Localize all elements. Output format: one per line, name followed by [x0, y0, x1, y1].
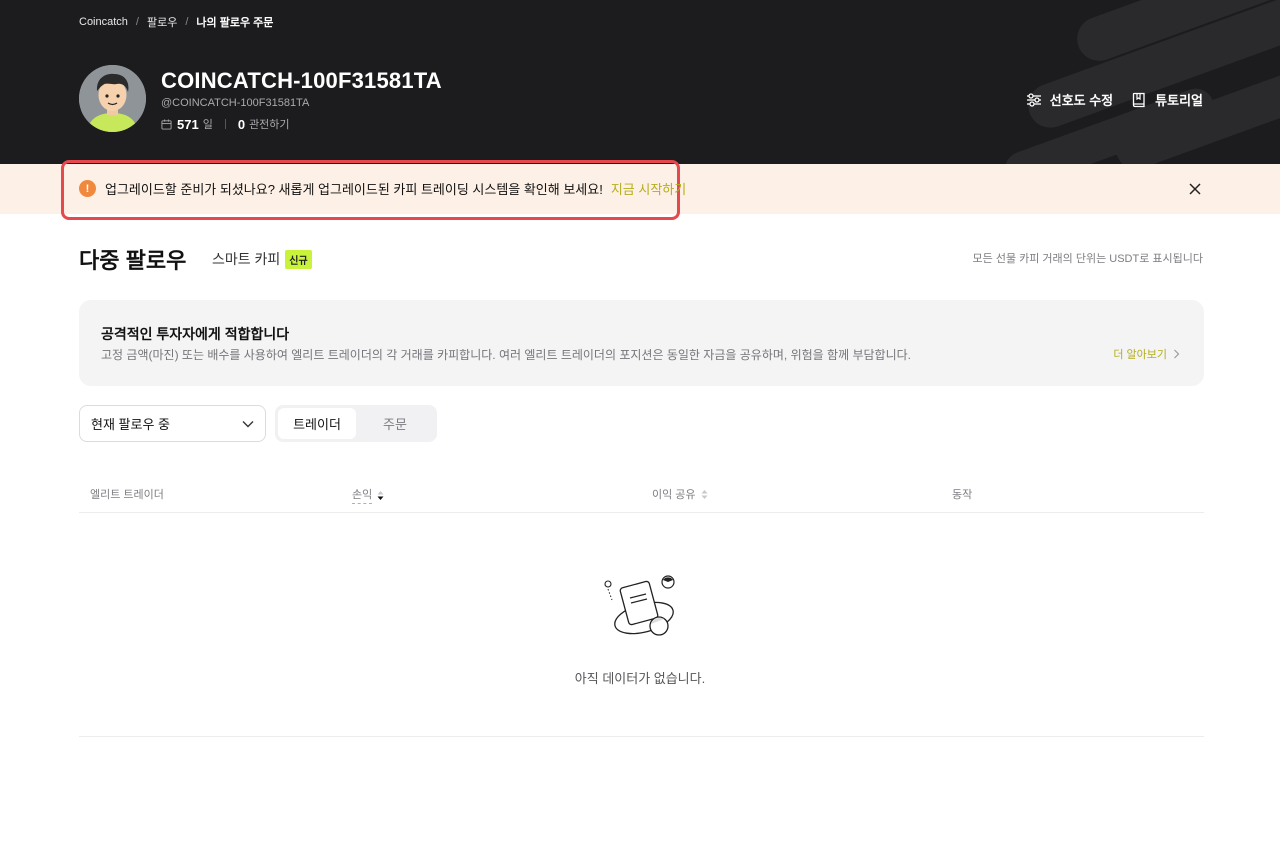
info-card-description: 고정 금액(마진) 또는 배수를 사용하여 엘리트 트레이더의 각 거래를 카피… — [101, 348, 911, 362]
column-pnl[interactable]: 손익 — [352, 486, 384, 504]
watch-value: 0 — [237, 116, 246, 132]
column-label: 엘리트 트레이더 — [90, 489, 164, 501]
days-value: 571 — [177, 116, 199, 132]
days-unit: 일 — [202, 119, 213, 131]
column-label: 손익 — [352, 486, 373, 504]
unit-note: 모든 선물 카피 거래의 단위는 USDT로 표시됩니다 — [972, 253, 1203, 265]
close-icon[interactable] — [1187, 181, 1203, 197]
warning-icon: ! — [79, 180, 96, 197]
breadcrumb-follow[interactable]: 팔로우 — [147, 14, 177, 30]
table-bottom-divider — [79, 736, 1204, 737]
calendar-icon — [161, 118, 172, 130]
edit-preferences-button[interactable]: 선호도 수정 — [1026, 90, 1113, 109]
breadcrumb: Coincatch / 팔로우 / 나의 팔로우 주문 — [79, 14, 273, 30]
tab-orders[interactable]: 주문 — [356, 408, 434, 439]
new-badge: 신규 — [285, 249, 312, 269]
banner-content: ! 업그레이드할 준비가 되셨나요? 새롭게 업그레이드된 카피 트레이딩 시스… — [79, 179, 686, 198]
chevron-right-icon — [1174, 349, 1180, 359]
view-segmented-control: 트레이더 주문 — [275, 405, 437, 442]
sort-icon — [377, 490, 384, 500]
learn-more-link[interactable]: 더 알아보기 — [1113, 346, 1180, 362]
tutorial-button[interactable]: 튜토리얼 — [1131, 90, 1203, 109]
breadcrumb-current: 나의 팔로우 주문 — [196, 17, 274, 29]
chevron-down-icon — [242, 420, 254, 427]
column-profit-share[interactable]: 이익 공유 — [652, 486, 708, 502]
profile-handle: @COINCATCH-100F31581TA — [161, 97, 310, 109]
breadcrumb-separator: / — [135, 16, 139, 28]
breadcrumb-separator: / — [185, 16, 189, 28]
column-label: 동작 — [952, 489, 973, 501]
follow-status-value: 현재 팔로우 중 — [91, 417, 170, 432]
column-label: 이익 공유 — [652, 489, 696, 501]
tutorial-label: 튜토리얼 — [1155, 93, 1203, 108]
column-elite-trader: 엘리트 트레이더 — [90, 486, 164, 502]
empty-data-icon — [604, 575, 675, 636]
profile-header: Coincatch / 팔로우 / 나의 팔로우 주문 COINCATCH-10… — [0, 0, 1280, 164]
tab-traders[interactable]: 트레이더 — [278, 408, 356, 439]
stats-divider — [224, 119, 226, 129]
info-card-title: 공격적인 투자자에게 적합합니다 — [101, 326, 290, 342]
profile-stats: 571 일 0 관전하기 — [161, 116, 290, 132]
empty-state-text: 아직 데이터가 없습니다. — [574, 671, 706, 686]
avatar-illustration — [79, 65, 146, 132]
header-actions: 선호도 수정 튜토리얼 — [1026, 90, 1203, 109]
start-now-link[interactable]: 지금 시작하기 — [611, 179, 686, 198]
tab-smart-copy[interactable]: 스마트 카피 신규 — [212, 249, 312, 269]
breadcrumb-home[interactable]: Coincatch — [79, 16, 128, 28]
sliders-icon — [1026, 92, 1041, 107]
edit-preferences-label: 선호도 수정 — [1049, 93, 1114, 108]
learn-more-label: 더 알아보기 — [1113, 349, 1167, 361]
sort-icon — [701, 489, 708, 499]
watch-label: 관전하기 — [249, 119, 290, 131]
table-header: 엘리트 트레이더 손익 이익 공유 동작 — [79, 472, 1204, 513]
smart-copy-label: 스마트 카피 — [212, 251, 281, 267]
column-action: 동작 — [952, 486, 972, 502]
banner-message: 업그레이드할 준비가 되셨나요? 새롭게 업그레이드된 카피 트레이딩 시스템을… — [105, 182, 603, 197]
page-title[interactable]: 다중 팔로우 — [79, 243, 186, 275]
header-decoration — [1004, 0, 1280, 164]
info-card: 공격적인 투자자에게 적합합니다 고정 금액(마진) 또는 배수를 사용하여 엘… — [79, 300, 1204, 386]
avatar — [79, 65, 146, 132]
follow-status-select[interactable]: 현재 팔로우 중 — [79, 405, 266, 442]
book-icon — [1133, 92, 1145, 107]
profile-name: COINCATCH-100F31581TA — [161, 68, 442, 93]
